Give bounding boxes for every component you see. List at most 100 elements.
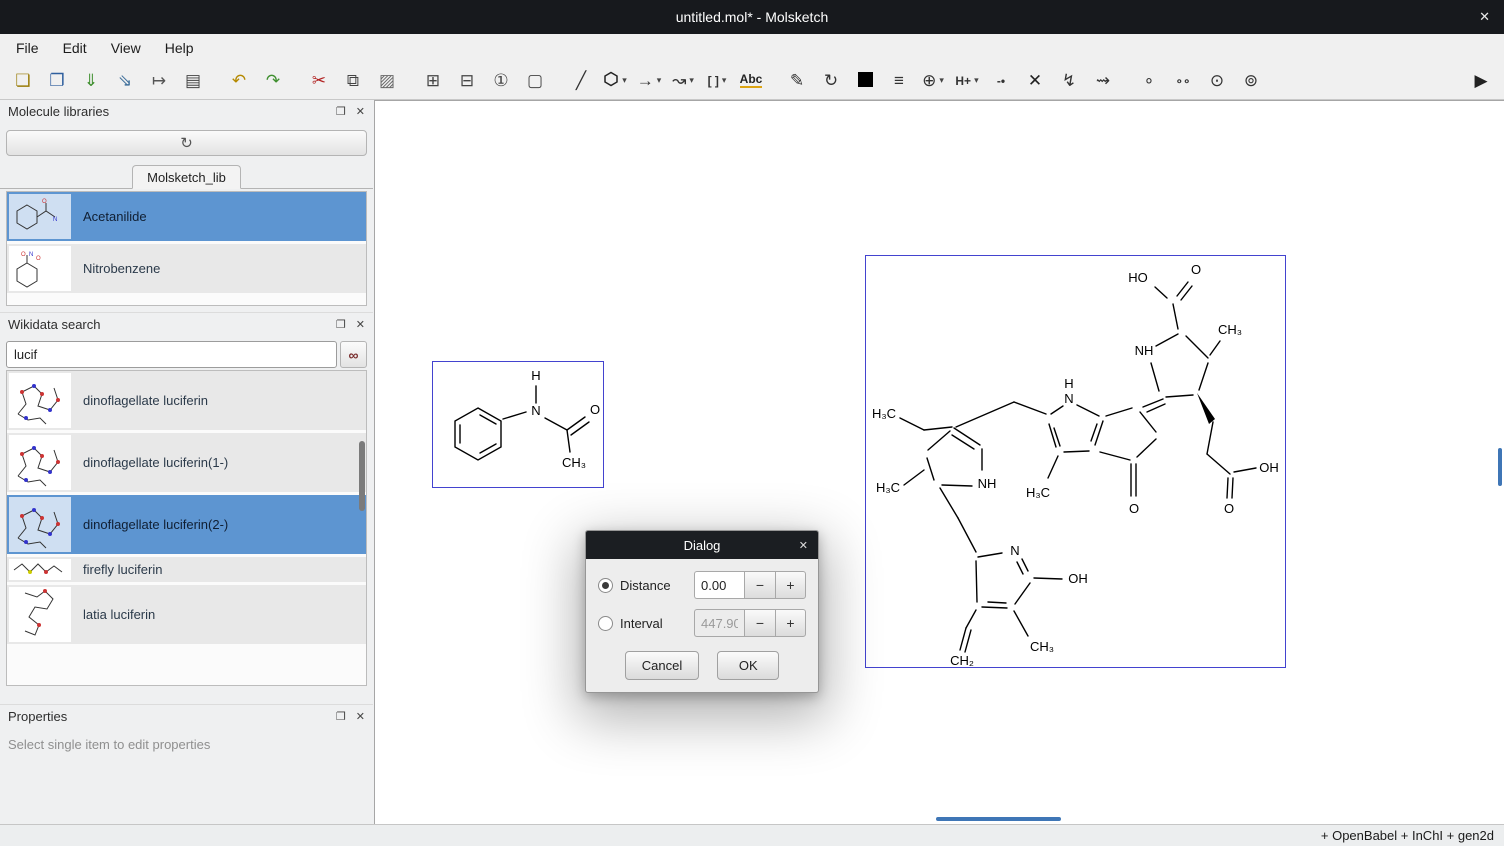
bond-tool[interactable]: ╱ — [566, 66, 596, 96]
interval-input[interactable] — [694, 609, 744, 637]
horizontal-scrollbar-thumb[interactable] — [936, 817, 1061, 821]
ring-tool[interactable]: ▾ — [600, 66, 630, 96]
zoom-original-button[interactable]: ① — [486, 66, 516, 96]
distance-decrement-button[interactable]: − — [744, 571, 775, 599]
wikidata-item-dinoflagellate-luciferin-1[interactable]: dinoflagellate luciferin(1-) — [7, 433, 366, 495]
optimize-structure-button[interactable]: ⊚ — [1236, 66, 1266, 96]
atom-label: H — [1064, 376, 1073, 391]
molecule-thumbnail: ONO — [9, 246, 71, 291]
dialog-body: Distance − + Interval − + — [586, 559, 818, 692]
menu-edit[interactable]: Edit — [51, 36, 99, 60]
float-panel-icon[interactable]: ❐ — [336, 710, 346, 723]
charge-tool[interactable]: ⊕▾ — [918, 66, 948, 96]
menu-help[interactable]: Help — [153, 36, 206, 60]
hydrogen-tool[interactable]: H+▾ — [952, 66, 982, 96]
dropdown-arrow-icon[interactable]: ▾ — [689, 75, 694, 86]
distance-input[interactable] — [694, 571, 744, 599]
bracket-tool-icon: [ ] — [708, 75, 719, 87]
tab-molsketch-lib[interactable]: Molsketch_lib — [132, 165, 241, 189]
interval-increment-button[interactable]: + — [775, 609, 806, 637]
dropdown-arrow-icon[interactable]: ▾ — [657, 75, 662, 86]
undo-button[interactable]: ↶ — [224, 66, 254, 96]
redo-button[interactable]: ↷ — [258, 66, 288, 96]
wikidata-search-input[interactable] — [6, 341, 337, 368]
vertical-scrollbar-thumb[interactable] — [1498, 448, 1502, 486]
cancel-button[interactable]: Cancel — [625, 651, 699, 680]
reaction-arrow-tool[interactable]: ↯ — [1054, 66, 1084, 96]
molecule-luciferin[interactable]: HO O CH₃ NH H N H₃C NH H₃C H₃C O OH O N … — [865, 255, 1286, 668]
zoom-in-button[interactable]: ⊞ — [418, 66, 448, 96]
draw-mode-tool[interactable]: ✎ — [782, 66, 812, 96]
open-file-button[interactable]: ❐ — [42, 66, 72, 96]
wikidata-item-firefly-luciferin[interactable]: firefly luciferin — [7, 557, 366, 585]
copy-button[interactable]: ⧉ — [338, 66, 368, 96]
zoom-out-button[interactable]: ⊟ — [452, 66, 482, 96]
wikidata-item-latia-luciferin[interactable]: latia luciferin — [7, 585, 366, 647]
save-button[interactable]: ⇓ — [76, 66, 106, 96]
dropdown-arrow-icon[interactable]: ▾ — [939, 75, 944, 86]
molecule-acetanilide[interactable]: H N O CH₃ — [432, 361, 604, 488]
window-close-icon[interactable]: ✕ — [1479, 9, 1490, 25]
interval-decrement-button[interactable]: − — [744, 609, 775, 637]
ok-button[interactable]: OK — [717, 651, 779, 680]
bracket-tool[interactable]: [ ]▾ — [702, 66, 732, 96]
molecule-thumbnail: ON — [9, 194, 71, 239]
curved-arrow-tool[interactable]: ↝▾ — [668, 66, 698, 96]
dialog-buttons: Cancel OK — [598, 651, 806, 680]
interval-radio[interactable] — [598, 616, 613, 631]
library-tabbar: Molsketch_lib — [0, 162, 373, 189]
line-width-button-icon: ≡ — [894, 72, 904, 89]
color-picker-button[interactable] — [850, 66, 880, 96]
menu-view[interactable]: View — [99, 36, 153, 60]
new-document-button[interactable]: ❏ — [8, 66, 38, 96]
library-item-nitrobenzene[interactable]: ONONitrobenzene — [7, 244, 366, 296]
cut-button-icon: ✂ — [312, 72, 326, 89]
delete-tool[interactable]: ✕ — [1020, 66, 1050, 96]
electron-systems-button[interactable]: ⊙ — [1202, 66, 1232, 96]
rotate-tool[interactable]: ↻ — [816, 66, 846, 96]
dropdown-arrow-icon[interactable]: ▾ — [722, 75, 727, 86]
toolbar-overflow-button[interactable]: ▶ — [1466, 66, 1496, 96]
close-panel-icon[interactable]: ✕ — [356, 710, 365, 723]
mechanism-arrow-tool[interactable]: ⇝ — [1088, 66, 1118, 96]
open-file-button-icon: ❐ — [49, 72, 64, 89]
toolbar-separator — [290, 66, 302, 96]
text-tool[interactable]: Abc — [736, 66, 766, 96]
svg-text:O: O — [21, 252, 26, 258]
dialog-close-icon[interactable]: ✕ — [799, 539, 808, 552]
drawing-canvas[interactable]: H N O CH₃ — [374, 100, 1504, 824]
wikidata-item-dinoflagellate-luciferin[interactable]: dinoflagellate luciferin — [7, 371, 366, 433]
distance-increment-button[interactable]: + — [775, 571, 806, 599]
lone-pair-tool[interactable]: -• — [986, 66, 1016, 96]
toolbar-overflow-button-icon: ▶ — [1474, 72, 1487, 89]
float-panel-icon[interactable]: ❐ — [336, 318, 346, 331]
export-button[interactable]: ↦ — [144, 66, 174, 96]
menu-file[interactable]: File — [4, 36, 51, 60]
item-label: Acetanilide — [83, 209, 147, 224]
distance-radio[interactable] — [598, 578, 613, 593]
scrollbar-thumb[interactable] — [359, 441, 365, 511]
wikidata-item-dinoflagellate-luciferin-2[interactable]: dinoflagellate luciferin(2-) — [7, 495, 366, 557]
zoom-fit-button[interactable]: ▢ — [520, 66, 550, 96]
close-panel-icon[interactable]: ✕ — [356, 318, 365, 331]
save-as-button[interactable]: ⇘ — [110, 66, 140, 96]
zoom-fit-button-icon: ▢ — [527, 72, 543, 89]
cut-button[interactable]: ✂ — [304, 66, 334, 96]
wikidata-search-button[interactable]: ∞ — [340, 341, 367, 368]
print-button[interactable]: ▤ — [178, 66, 208, 96]
paste-button[interactable]: ▨ — [372, 66, 402, 96]
dropdown-arrow-icon[interactable]: ▾ — [622, 75, 627, 86]
float-panel-icon[interactable]: ❐ — [336, 105, 346, 118]
arrow-tool[interactable]: →▾ — [634, 66, 664, 96]
radical-electrons-button[interactable]: ∘ — [1134, 66, 1164, 96]
dialog-titlebar[interactable]: Dialog ✕ — [586, 531, 818, 559]
titlebar[interactable]: untitled.mol* - Molsketch ✕ — [0, 0, 1504, 34]
svg-text:N: N — [53, 217, 57, 223]
lone-pairs-button[interactable]: ∘∘ — [1168, 66, 1198, 96]
library-item-acetanilide[interactable]: ON Acetanilide — [7, 192, 366, 244]
properties-hint: Select single item to edit properties — [0, 727, 373, 762]
line-width-button[interactable]: ≡ — [884, 66, 914, 96]
close-panel-icon[interactable]: ✕ — [356, 105, 365, 118]
dropdown-arrow-icon[interactable]: ▾ — [974, 75, 979, 86]
refresh-library-button[interactable]: ↻ — [6, 130, 367, 156]
